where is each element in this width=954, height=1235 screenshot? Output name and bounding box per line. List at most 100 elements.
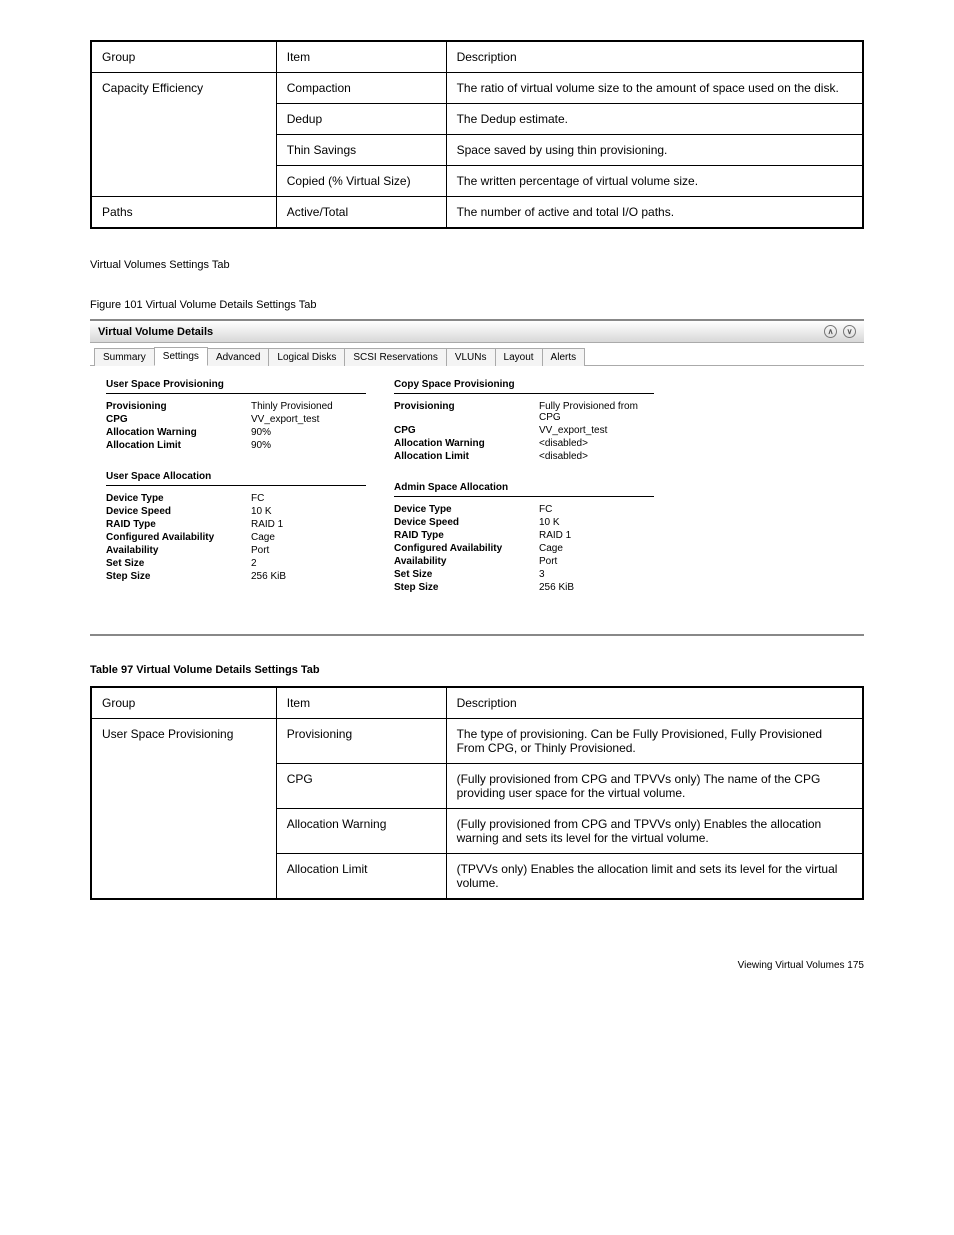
- collapse-icon[interactable]: ∧: [824, 325, 837, 338]
- kv-value: Cage: [251, 532, 366, 543]
- kv-row: Set Size2: [106, 557, 366, 570]
- t2-h3: Description: [446, 687, 863, 719]
- table-item-cell: Compaction: [276, 73, 446, 104]
- kv-row: Allocation Warning90%: [106, 426, 366, 439]
- kv-row: CPGVV_export_test: [106, 413, 366, 426]
- kv-key: RAID Type: [394, 530, 539, 541]
- table-desc-cell: The number of active and total I/O paths…: [446, 197, 863, 229]
- kv-key: Set Size: [106, 558, 251, 569]
- table97-caption: Table 97 Virtual Volume Details Settings…: [90, 664, 864, 676]
- kv-key: CPG: [106, 414, 251, 425]
- kv-row: Allocation Limit90%: [106, 439, 366, 452]
- expand-icon[interactable]: ∨: [843, 325, 856, 338]
- table-item-cell: Allocation Warning: [276, 809, 446, 854]
- table-desc-cell: (Fully provisioned from CPG and TPVVs on…: [446, 764, 863, 809]
- table-desc-cell: The written percentage of virtual volume…: [446, 166, 863, 197]
- kv-row: Step Size256 KiB: [394, 581, 654, 594]
- figure-caption: Figure 101 Virtual Volume Details Settin…: [90, 299, 864, 311]
- table-item-cell: CPG: [276, 764, 446, 809]
- kv-value: RAID 1: [539, 530, 654, 541]
- kv-row: Step Size256 KiB: [106, 570, 366, 583]
- kv-row: Configured AvailabilityCage: [106, 531, 366, 544]
- kv-value: RAID 1: [251, 519, 366, 530]
- kv-value: VV_export_test: [251, 414, 366, 425]
- panel-title: Virtual Volume Details: [98, 326, 213, 338]
- tab-settings[interactable]: Settings: [154, 347, 208, 366]
- kv-key: Step Size: [394, 582, 539, 593]
- kv-row: Device Speed10 K: [106, 505, 366, 518]
- kv-key: RAID Type: [106, 519, 251, 530]
- kv-key: Set Size: [394, 569, 539, 580]
- kv-key: Provisioning: [394, 401, 539, 423]
- kv-key: Allocation Warning: [106, 427, 251, 438]
- kv-key: Provisioning: [106, 401, 251, 412]
- kv-row: Device Speed10 K: [394, 516, 654, 529]
- table-item-cell: Active/Total: [276, 197, 446, 229]
- kv-key: Configured Availability: [106, 532, 251, 543]
- t1-h2: Item: [276, 41, 446, 73]
- tab-summary[interactable]: Summary: [94, 348, 155, 366]
- admin-space-allocation-title: Admin Space Allocation: [394, 479, 654, 497]
- kv-row: AvailabilityPort: [394, 555, 654, 568]
- kv-value: 3: [539, 569, 654, 580]
- table-desc-cell: The ratio of virtual volume size to the …: [446, 73, 863, 104]
- kv-row: AvailabilityPort: [106, 544, 366, 557]
- kv-key: Device Speed: [106, 506, 251, 517]
- t1-h1: Group: [91, 41, 276, 73]
- kv-row: ProvisioningFully Provisioned from CPG: [394, 400, 654, 424]
- table-group-cell: User Space Provisioning: [91, 719, 276, 900]
- table-desc-cell: The type of provisioning. Can be Fully P…: [446, 719, 863, 764]
- kv-value: <disabled>: [539, 438, 654, 449]
- kv-key: Availability: [394, 556, 539, 567]
- kv-value: 10 K: [251, 506, 366, 517]
- kv-value: Fully Provisioned from CPG: [539, 401, 654, 423]
- t2-h1: Group: [91, 687, 276, 719]
- table-desc-cell: (Fully provisioned from CPG and TPVVs on…: [446, 809, 863, 854]
- tab-logical-disks[interactable]: Logical Disks: [268, 348, 345, 366]
- tab-alerts[interactable]: Alerts: [542, 348, 586, 366]
- kv-key: Device Type: [106, 493, 251, 504]
- table-group-cell: Paths: [91, 197, 276, 229]
- t2-h2: Item: [276, 687, 446, 719]
- tab-scsi-reservations[interactable]: SCSI Reservations: [344, 348, 446, 366]
- kv-row: Device TypeFC: [106, 492, 366, 505]
- right-column: Copy Space Provisioning ProvisioningFull…: [394, 376, 654, 594]
- kv-value: 256 KiB: [251, 571, 366, 582]
- panel-tabs: SummarySettingsAdvancedLogical DisksSCSI…: [90, 343, 864, 366]
- table-desc-cell: Space saved by using thin provisioning.: [446, 135, 863, 166]
- kv-key: Device Type: [394, 504, 539, 515]
- kv-value: FC: [251, 493, 366, 504]
- table-group-cell: Capacity Efficiency: [91, 73, 276, 197]
- kv-value: Port: [539, 556, 654, 567]
- tab-advanced[interactable]: Advanced: [207, 348, 269, 366]
- table-item-cell: Copied (% Virtual Size): [276, 166, 446, 197]
- user-space-allocation-title: User Space Allocation: [106, 468, 366, 486]
- kv-value: 10 K: [539, 517, 654, 528]
- kv-row: CPGVV_export_test: [394, 424, 654, 437]
- tab-layout[interactable]: Layout: [495, 348, 543, 366]
- table-item-cell: Allocation Limit: [276, 854, 446, 900]
- virtual-volume-details-panel: Virtual Volume Details ∧ ∨ SummarySettin…: [90, 319, 864, 636]
- kv-key: Configured Availability: [394, 543, 539, 554]
- copy-space-provisioning-title: Copy Space Provisioning: [394, 376, 654, 394]
- kv-row: Set Size3: [394, 568, 654, 581]
- kv-value: 90%: [251, 427, 366, 438]
- kv-key: Availability: [106, 545, 251, 556]
- kv-key: Allocation Limit: [106, 440, 251, 451]
- table-item-cell: Dedup: [276, 104, 446, 135]
- kv-key: Allocation Limit: [394, 451, 539, 462]
- kv-value: <disabled>: [539, 451, 654, 462]
- kv-row: RAID TypeRAID 1: [106, 518, 366, 531]
- kv-row: Allocation Limit<disabled>: [394, 450, 654, 463]
- kv-value: Cage: [539, 543, 654, 554]
- kv-value: 2: [251, 558, 366, 569]
- kv-value: Thinly Provisioned: [251, 401, 366, 412]
- tab-vluns[interactable]: VLUNs: [446, 348, 496, 366]
- left-column: User Space Provisioning ProvisioningThin…: [106, 376, 366, 594]
- kv-value: 256 KiB: [539, 582, 654, 593]
- kv-row: Allocation Warning<disabled>: [394, 437, 654, 450]
- page-footer: Viewing Virtual Volumes 175: [90, 960, 864, 971]
- kv-key: CPG: [394, 425, 539, 436]
- table-desc-cell: The Dedup estimate.: [446, 104, 863, 135]
- kv-value: 90%: [251, 440, 366, 451]
